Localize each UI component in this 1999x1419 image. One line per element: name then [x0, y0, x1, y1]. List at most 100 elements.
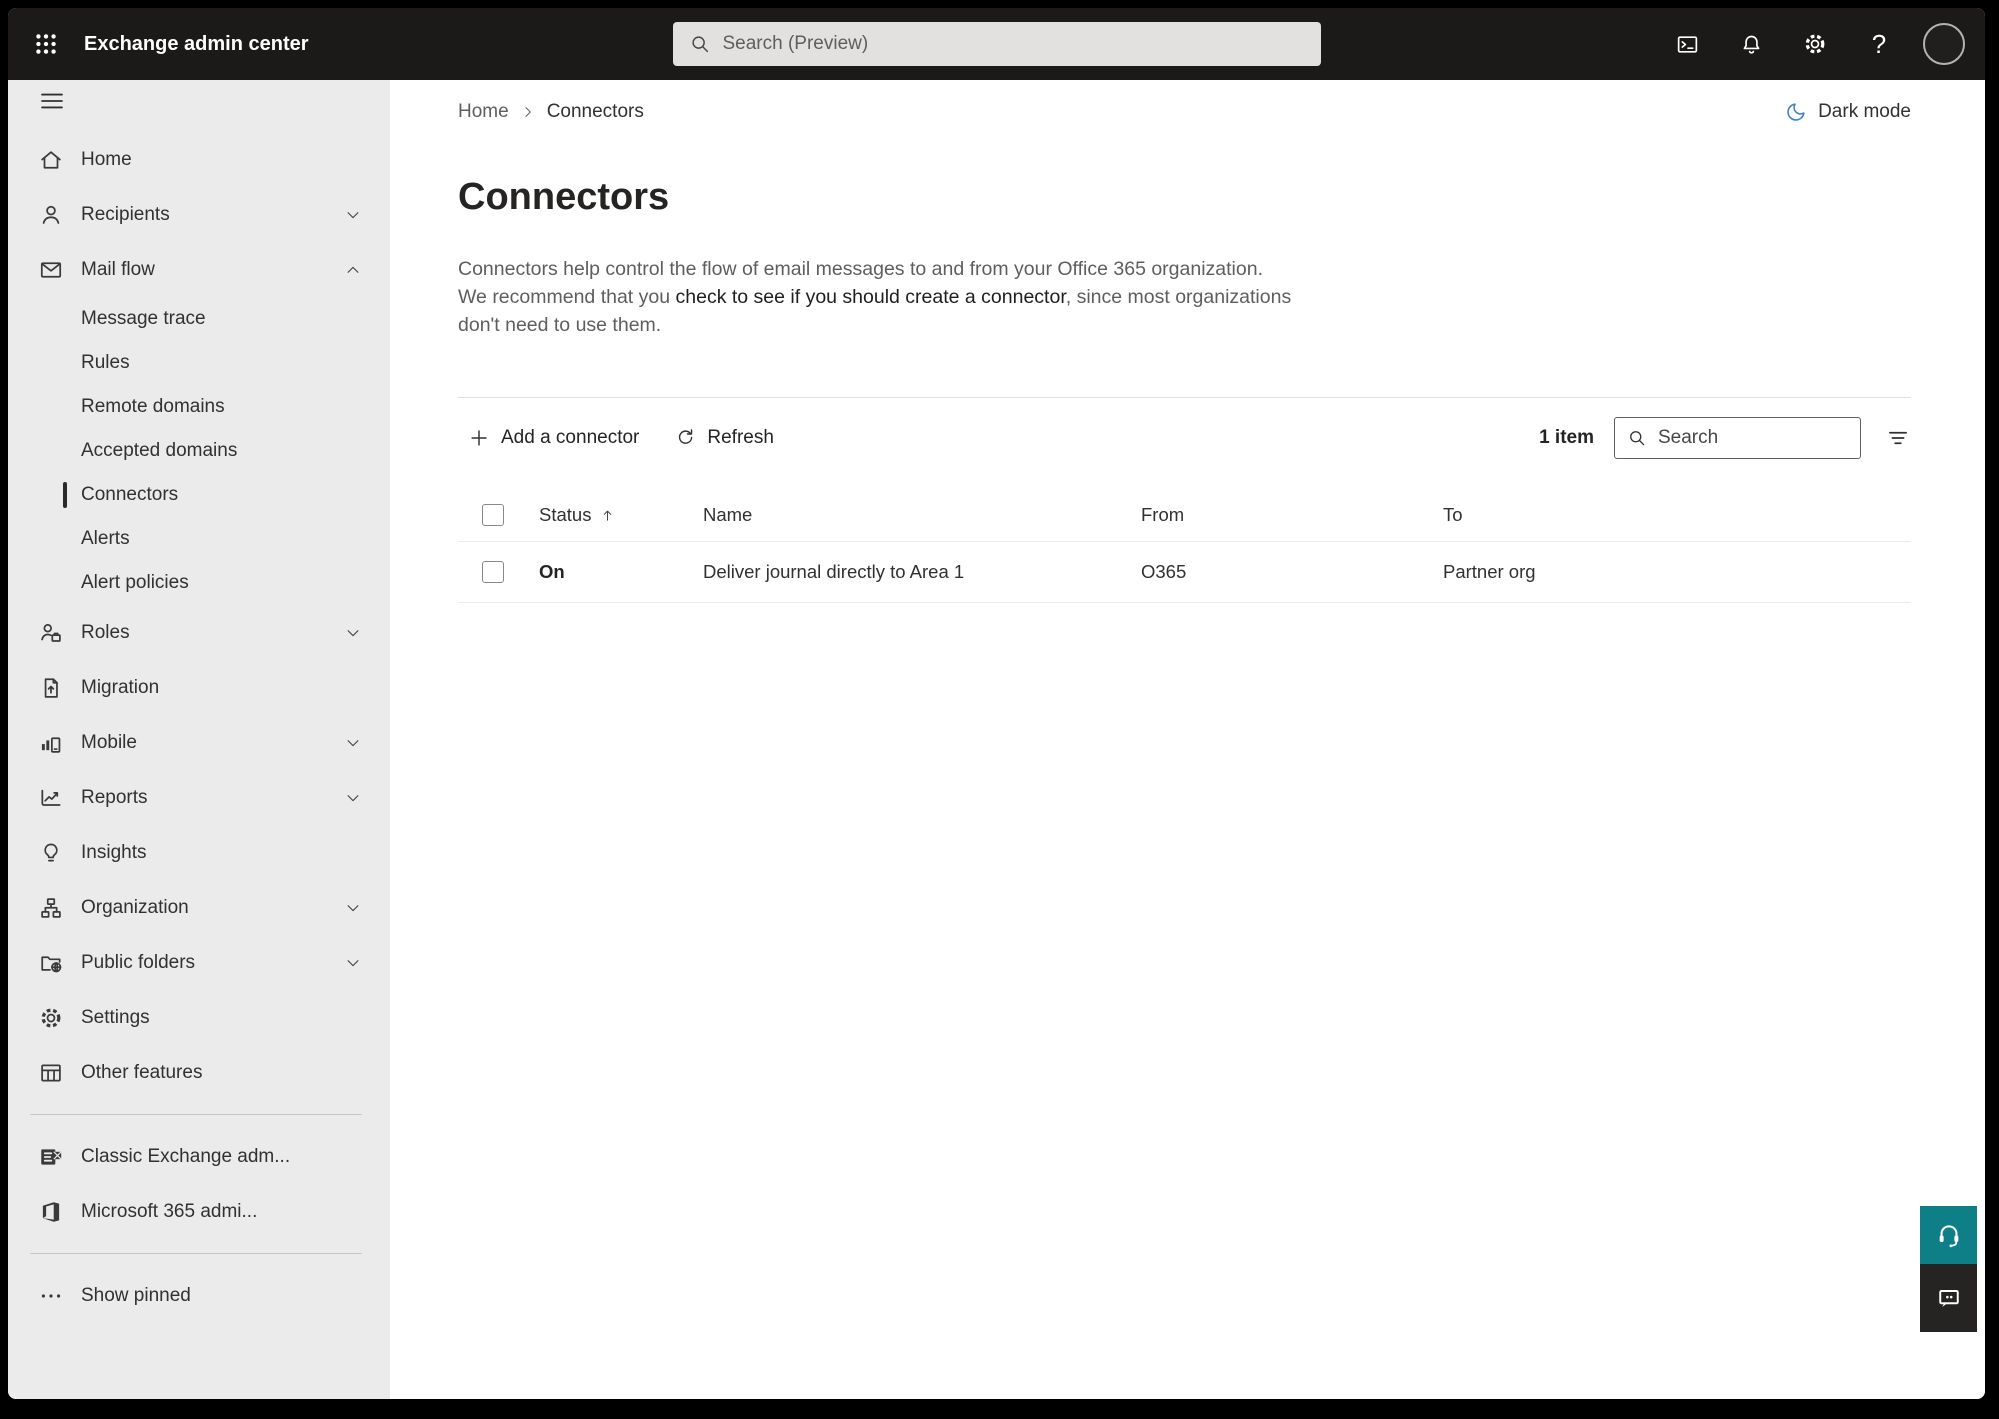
cell-to: Partner org	[1443, 561, 1536, 582]
sidebar: Home Recipients Mail flow Message trace …	[8, 80, 390, 1399]
cell-from: O365	[1141, 561, 1187, 582]
page-title: Connectors	[458, 176, 670, 218]
waffle-icon	[33, 31, 59, 57]
sidebar-item-alerts[interactable]: Alerts	[8, 517, 390, 561]
global-search-input[interactable]	[722, 33, 1305, 55]
gear-icon	[38, 1005, 64, 1031]
sidebar-item-microsoft-365-admin[interactable]: Microsoft 365 admi...	[8, 1184, 390, 1239]
breadcrumb: Home Connectors	[458, 101, 644, 123]
sidebar-item-insights[interactable]: Insights	[8, 825, 390, 880]
page-description: Connectors help control the flow of emai…	[458, 255, 1296, 339]
app-launcher-button[interactable]	[22, 20, 70, 68]
lightbulb-icon	[38, 840, 64, 866]
terminal-button[interactable]	[1663, 20, 1711, 68]
sidebar-item-mail-flow[interactable]: Mail flow	[8, 242, 390, 297]
search-icon	[1627, 428, 1647, 448]
chevron-down-icon	[344, 624, 362, 642]
column-header-name[interactable]: Name	[703, 504, 1141, 526]
headset-icon	[1935, 1221, 1963, 1249]
breadcrumb-current: Connectors	[546, 101, 644, 122]
sidebar-item-show-pinned[interactable]: Show pinned	[8, 1268, 390, 1323]
main-content: Home Connectors Dark mode Connectors Con…	[390, 80, 1985, 1399]
table-row[interactable]: On Deliver journal directly to Area 1 O3…	[458, 541, 1911, 603]
exchange-admin-window: Exchange admin center Search (Preview) ?…	[8, 8, 1985, 1399]
floating-buttons	[1920, 1206, 1977, 1332]
exchange-logo-icon	[38, 1144, 64, 1170]
bell-icon	[1739, 32, 1764, 57]
sidebar-item-connectors[interactable]: Connectors	[8, 473, 390, 517]
plus-icon	[468, 427, 490, 449]
topbar: Exchange admin center Search (Preview) ?	[8, 8, 1985, 80]
feedback-button[interactable]	[1920, 1264, 1977, 1332]
app-title: Exchange admin center	[84, 32, 309, 55]
toolbar-right: 1 item	[1539, 416, 1911, 459]
folder-globe-icon	[38, 950, 64, 976]
chevron-up-icon	[344, 261, 362, 279]
column-header-from[interactable]: From	[1141, 504, 1443, 526]
sidebar-item-recipients[interactable]: Recipients	[8, 187, 390, 242]
sidebar-item-accepted-domains[interactable]: Accepted domains	[8, 429, 390, 473]
line-chart-icon	[38, 785, 64, 811]
chevron-down-icon	[344, 899, 362, 917]
avatar[interactable]	[1923, 23, 1965, 65]
breadcrumb-row: Home Connectors Dark mode	[458, 96, 1911, 128]
sort-ascending-icon	[600, 508, 615, 523]
sidebar-item-remote-domains[interactable]: Remote domains	[8, 385, 390, 429]
sidebar-item-other-features[interactable]: Other features	[8, 1045, 390, 1100]
sidebar-item-alert-policies[interactable]: Alert policies	[8, 561, 390, 605]
ellipsis-icon	[38, 1283, 64, 1309]
sidebar-divider	[30, 1114, 362, 1115]
description-link[interactable]: check to see if you should create a conn…	[676, 286, 1066, 308]
chevron-down-icon	[344, 734, 362, 752]
gear-icon	[1802, 31, 1828, 57]
dark-mode-toggle[interactable]: Dark mode	[1784, 100, 1911, 124]
notifications-button[interactable]	[1727, 20, 1775, 68]
chevron-down-icon	[344, 206, 362, 224]
column-header-status[interactable]: Status	[539, 504, 591, 526]
list-search-input[interactable]	[1658, 426, 1848, 449]
chevron-down-icon	[344, 954, 362, 972]
row-checkbox[interactable]	[482, 561, 504, 583]
list-search[interactable]	[1614, 416, 1861, 459]
filter-button[interactable]	[1885, 425, 1911, 451]
sidebar-item-migration[interactable]: Migration	[8, 660, 390, 715]
feedback-bubble-icon	[1935, 1284, 1963, 1312]
connectors-table: Status Name From To On Deliver journal d…	[458, 489, 1911, 603]
sidebar-item-public-folders[interactable]: Public folders	[8, 935, 390, 990]
home-icon	[38, 147, 64, 173]
refresh-button[interactable]: Refresh	[665, 419, 784, 457]
microsoft-365-logo-icon	[38, 1199, 64, 1225]
dark-mode-label: Dark mode	[1818, 101, 1911, 122]
global-search[interactable]	[672, 22, 1321, 66]
collapse-nav-button[interactable]	[38, 86, 68, 116]
topbar-actions: ?	[1663, 20, 1965, 68]
sidebar-item-message-trace[interactable]: Message trace	[8, 297, 390, 341]
breadcrumb-home-link[interactable]: Home	[458, 101, 509, 123]
sidebar-item-roles[interactable]: Roles	[8, 605, 390, 660]
select-all-checkbox[interactable]	[482, 504, 504, 526]
search-icon	[689, 33, 711, 55]
roles-icon	[38, 620, 64, 646]
cell-name[interactable]: Deliver journal directly to Area 1	[703, 561, 1141, 583]
sidebar-item-organization[interactable]: Organization	[8, 880, 390, 935]
refresh-icon	[675, 427, 696, 448]
sidebar-divider	[30, 1253, 362, 1254]
add-connector-button[interactable]: Add a connector	[458, 419, 649, 457]
sidebar-item-settings[interactable]: Settings	[8, 990, 390, 1045]
help-button[interactable]: ?	[1855, 20, 1903, 68]
sidebar-item-mobile[interactable]: Mobile	[8, 715, 390, 770]
sidebar-item-reports[interactable]: Reports	[8, 770, 390, 825]
chevron-down-icon	[344, 789, 362, 807]
sidebar-item-classic-exchange-admin[interactable]: Classic Exchange adm...	[8, 1129, 390, 1184]
help-icon: ?	[1871, 28, 1887, 59]
app-body: Home Recipients Mail flow Message trace …	[8, 80, 1985, 1399]
filter-icon	[1885, 425, 1911, 451]
sidebar-item-home[interactable]: Home	[8, 132, 390, 187]
item-count: 1 item	[1539, 426, 1594, 448]
sidebar-item-rules[interactable]: Rules	[8, 341, 390, 385]
support-button[interactable]	[1920, 1206, 1977, 1264]
settings-button[interactable]	[1791, 20, 1839, 68]
column-header-to[interactable]: To	[1443, 504, 1911, 526]
migration-icon	[38, 675, 64, 701]
moon-icon	[1784, 100, 1808, 124]
